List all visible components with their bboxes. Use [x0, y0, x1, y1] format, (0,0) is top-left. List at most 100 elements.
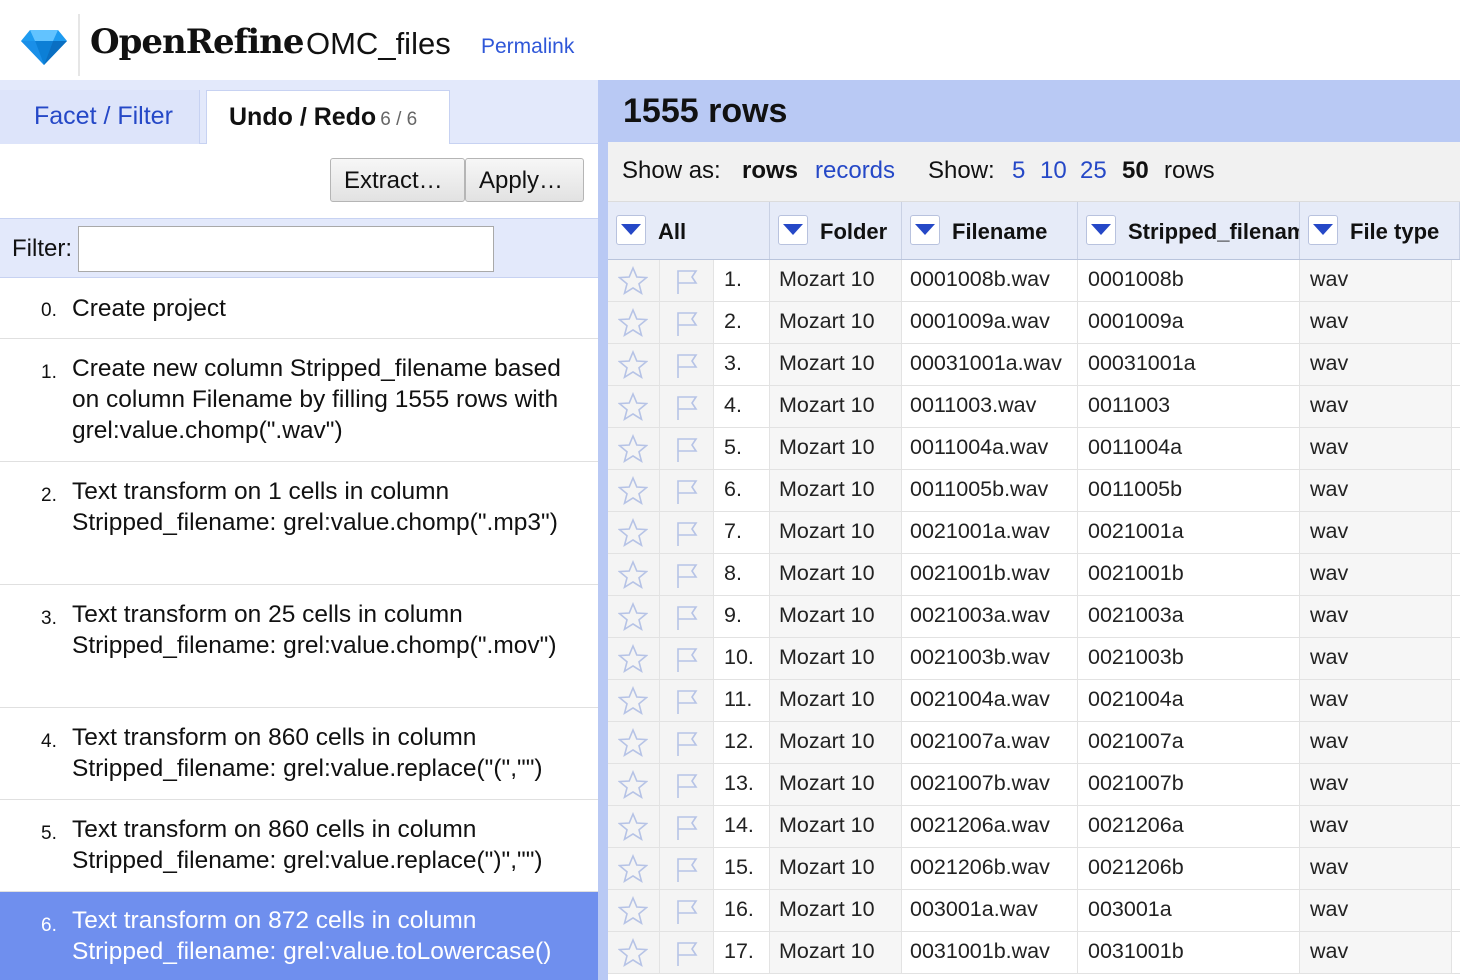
- cell-folder[interactable]: Mozart 10: [770, 680, 902, 721]
- cell-stripped-filename[interactable]: 0021001b: [1078, 554, 1300, 595]
- cell-folder[interactable]: Mozart 10: [770, 764, 902, 805]
- cell-folder[interactable]: Mozart 10: [770, 596, 902, 637]
- flag-icon[interactable]: [660, 806, 714, 847]
- cell-stripped-filename[interactable]: 0021007b: [1078, 764, 1300, 805]
- star-icon[interactable]: [608, 470, 660, 511]
- cell-file-type[interactable]: wav: [1300, 638, 1452, 679]
- cell-folder[interactable]: Mozart 10: [770, 344, 902, 385]
- star-icon[interactable]: [608, 638, 660, 679]
- dropdown-arrow-icon[interactable]: [616, 215, 646, 245]
- flag-icon[interactable]: [660, 260, 714, 301]
- star-icon[interactable]: [608, 260, 660, 301]
- app-brand[interactable]: OpenRefine: [90, 22, 305, 62]
- cell-folder[interactable]: Mozart 10: [770, 512, 902, 553]
- cell-folder[interactable]: Mozart 10: [770, 260, 902, 301]
- history-item-0[interactable]: 0. Create project: [0, 278, 598, 339]
- column-header-filename[interactable]: Filename: [902, 202, 1078, 259]
- cell-stripped-filename[interactable]: 0011003: [1078, 386, 1300, 427]
- cell-file-type[interactable]: wav: [1300, 428, 1452, 469]
- cell-file-type[interactable]: wav: [1300, 260, 1452, 301]
- cell-filename[interactable]: 0001009a.wav: [902, 302, 1078, 343]
- cell-stripped-filename[interactable]: 0021001a: [1078, 512, 1300, 553]
- flag-icon[interactable]: [660, 722, 714, 763]
- extract-button[interactable]: Extract…: [330, 158, 465, 202]
- history-item-4[interactable]: 4. Text transform on 860 cells in column…: [0, 708, 598, 800]
- cell-filename[interactable]: 0021007b.wav: [902, 764, 1078, 805]
- page-size-10[interactable]: 10: [1040, 157, 1067, 185]
- star-icon[interactable]: [608, 722, 660, 763]
- flag-icon[interactable]: [660, 596, 714, 637]
- flag-icon[interactable]: [660, 554, 714, 595]
- cell-filename[interactable]: 003001a.wav: [902, 890, 1078, 931]
- cell-stripped-filename[interactable]: 003001a: [1078, 890, 1300, 931]
- cell-file-type[interactable]: wav: [1300, 890, 1452, 931]
- cell-filename[interactable]: 0031001b.wav: [902, 932, 1078, 973]
- flag-icon[interactable]: [660, 680, 714, 721]
- flag-icon[interactable]: [660, 470, 714, 511]
- filter-input[interactable]: [78, 226, 494, 272]
- cell-folder[interactable]: Mozart 10: [770, 806, 902, 847]
- cell-stripped-filename[interactable]: 0021003a: [1078, 596, 1300, 637]
- cell-file-type[interactable]: wav: [1300, 848, 1452, 889]
- cell-folder[interactable]: Mozart 10: [770, 302, 902, 343]
- permalink-link[interactable]: Permalink: [481, 35, 574, 59]
- cell-filename[interactable]: 0021206a.wav: [902, 806, 1078, 847]
- history-item-2[interactable]: 2. Text transform on 1 cells in column S…: [0, 462, 598, 585]
- cell-filename[interactable]: 0001008b.wav: [902, 260, 1078, 301]
- cell-filename[interactable]: 0011004a.wav: [902, 428, 1078, 469]
- cell-folder[interactable]: Mozart 10: [770, 386, 902, 427]
- cell-filename[interactable]: 0021003b.wav: [902, 638, 1078, 679]
- cell-folder[interactable]: Mozart 10: [770, 890, 902, 931]
- cell-filename[interactable]: 00031001a.wav: [902, 344, 1078, 385]
- star-icon[interactable]: [608, 386, 660, 427]
- history-item-6[interactable]: 6. Text transform on 872 cells in column…: [0, 892, 598, 980]
- flag-icon[interactable]: [660, 638, 714, 679]
- cell-filename[interactable]: 0011003.wav: [902, 386, 1078, 427]
- cell-filename[interactable]: 0021001b.wav: [902, 554, 1078, 595]
- flag-icon[interactable]: [660, 344, 714, 385]
- cell-stripped-filename[interactable]: 0011005b: [1078, 470, 1300, 511]
- cell-folder[interactable]: Mozart 10: [770, 848, 902, 889]
- cell-file-type[interactable]: wav: [1300, 680, 1452, 721]
- star-icon[interactable]: [608, 512, 660, 553]
- tab-facet-filter[interactable]: Facet / Filter: [0, 90, 200, 144]
- page-size-50[interactable]: 50: [1122, 157, 1149, 185]
- star-icon[interactable]: [608, 806, 660, 847]
- dropdown-arrow-icon[interactable]: [1086, 215, 1116, 245]
- star-icon[interactable]: [608, 428, 660, 469]
- history-item-1[interactable]: 1. Create new column Stripped_filename b…: [0, 339, 598, 462]
- project-name[interactable]: OMC_files: [306, 26, 451, 62]
- flag-icon[interactable]: [660, 764, 714, 805]
- cell-stripped-filename[interactable]: 0021004a: [1078, 680, 1300, 721]
- cell-file-type[interactable]: wav: [1300, 512, 1452, 553]
- page-size-25[interactable]: 25: [1080, 157, 1107, 185]
- cell-filename[interactable]: 0021003a.wav: [902, 596, 1078, 637]
- cell-file-type[interactable]: wav: [1300, 932, 1452, 973]
- cell-file-type[interactable]: wav: [1300, 596, 1452, 637]
- star-icon[interactable]: [608, 848, 660, 889]
- cell-file-type[interactable]: wav: [1300, 470, 1452, 511]
- page-size-5[interactable]: 5: [1012, 157, 1025, 185]
- star-icon[interactable]: [608, 680, 660, 721]
- cell-filename[interactable]: 0021007a.wav: [902, 722, 1078, 763]
- show-as-records[interactable]: records: [815, 157, 895, 185]
- cell-folder[interactable]: Mozart 10: [770, 470, 902, 511]
- star-icon[interactable]: [608, 344, 660, 385]
- cell-file-type[interactable]: wav: [1300, 302, 1452, 343]
- cell-folder[interactable]: Mozart 10: [770, 722, 902, 763]
- show-as-rows[interactable]: rows: [742, 157, 798, 185]
- star-icon[interactable]: [608, 890, 660, 931]
- cell-stripped-filename[interactable]: 0021206b: [1078, 848, 1300, 889]
- column-header-folder[interactable]: Folder: [770, 202, 902, 259]
- cell-folder[interactable]: Mozart 10: [770, 554, 902, 595]
- cell-file-type[interactable]: wav: [1300, 554, 1452, 595]
- flag-icon[interactable]: [660, 848, 714, 889]
- cell-file-type[interactable]: wav: [1300, 722, 1452, 763]
- column-header-all[interactable]: All: [608, 202, 770, 259]
- cell-file-type[interactable]: wav: [1300, 386, 1452, 427]
- dropdown-arrow-icon[interactable]: [1308, 215, 1338, 245]
- cell-filename[interactable]: 0021004a.wav: [902, 680, 1078, 721]
- panel-divider[interactable]: [598, 80, 608, 980]
- cell-file-type[interactable]: wav: [1300, 764, 1452, 805]
- flag-icon[interactable]: [660, 512, 714, 553]
